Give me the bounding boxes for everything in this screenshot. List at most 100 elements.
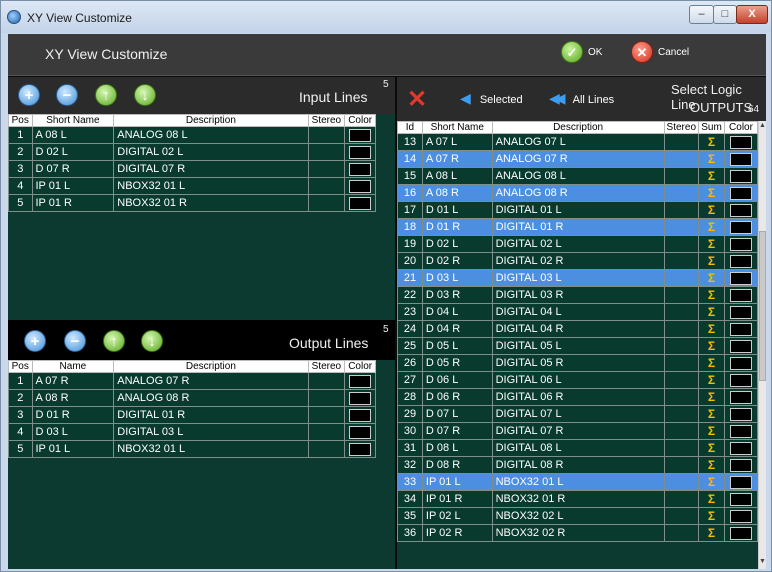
- stereo-cell[interactable]: [663, 167, 700, 185]
- color-swatch[interactable]: [730, 509, 752, 523]
- color-swatch[interactable]: [730, 254, 752, 268]
- ok-button[interactable]: ✓ OK: [561, 41, 602, 63]
- color-cell[interactable]: [724, 405, 758, 423]
- table-row[interactable]: 36 IP 02 R NBOX32 02 R Σ: [397, 524, 758, 542]
- sum-cell[interactable]: Σ: [698, 133, 725, 151]
- vertical-scrollbar[interactable]: ▲ ▼: [758, 121, 766, 569]
- color-cell[interactable]: [724, 456, 758, 474]
- selected-button[interactable]: ◀ Selected: [460, 90, 523, 107]
- color-cell[interactable]: [724, 524, 758, 542]
- stereo-cell[interactable]: [663, 456, 700, 474]
- color-cell[interactable]: [344, 440, 376, 458]
- remove-icon[interactable]: −: [64, 330, 86, 352]
- stereo-cell[interactable]: [663, 371, 700, 389]
- color-cell[interactable]: [724, 201, 758, 219]
- color-cell[interactable]: [344, 177, 376, 195]
- sum-cell[interactable]: Σ: [698, 422, 725, 440]
- sum-cell[interactable]: Σ: [698, 439, 725, 457]
- sum-cell[interactable]: Σ: [698, 286, 725, 304]
- table-row[interactable]: 25 D 05 L DIGITAL 05 L Σ: [397, 337, 758, 355]
- color-swatch[interactable]: [730, 407, 752, 421]
- color-swatch[interactable]: [349, 145, 372, 159]
- sum-cell[interactable]: Σ: [698, 405, 725, 423]
- stereo-cell[interactable]: [663, 490, 700, 508]
- color-cell[interactable]: [724, 252, 758, 270]
- color-swatch[interactable]: [730, 288, 752, 302]
- sum-cell[interactable]: Σ: [698, 252, 725, 270]
- minimize-button[interactable]: –: [689, 5, 714, 24]
- color-cell[interactable]: [724, 167, 758, 185]
- stereo-cell[interactable]: [663, 235, 700, 253]
- color-swatch[interactable]: [730, 424, 752, 438]
- sum-cell[interactable]: Σ: [698, 167, 725, 185]
- table-row[interactable]: 32 D 08 R DIGITAL 08 R Σ: [397, 456, 758, 474]
- sum-cell[interactable]: Σ: [698, 150, 725, 168]
- table-row[interactable]: 1A 08 L ANALOG 08 L: [8, 126, 376, 144]
- table-row[interactable]: 23 D 04 L DIGITAL 04 L Σ: [397, 303, 758, 321]
- stereo-cell[interactable]: [663, 133, 700, 151]
- color-cell[interactable]: [724, 507, 758, 525]
- stereo-cell[interactable]: [663, 422, 700, 440]
- sum-cell[interactable]: Σ: [698, 303, 725, 321]
- stereo-cell[interactable]: [663, 439, 700, 457]
- stereo-cell[interactable]: [663, 269, 700, 287]
- color-swatch[interactable]: [730, 339, 752, 353]
- color-cell[interactable]: [344, 406, 376, 424]
- table-row[interactable]: 3D 01 R DIGITAL 01 R: [8, 406, 376, 424]
- color-swatch[interactable]: [730, 390, 752, 404]
- sum-cell[interactable]: Σ: [698, 320, 725, 338]
- color-cell[interactable]: [724, 490, 758, 508]
- color-swatch[interactable]: [730, 152, 752, 166]
- table-row[interactable]: 17 D 01 L DIGITAL 01 L Σ: [397, 201, 758, 219]
- color-swatch[interactable]: [730, 441, 752, 455]
- color-swatch[interactable]: [730, 305, 752, 319]
- color-swatch[interactable]: [730, 237, 752, 251]
- color-swatch[interactable]: [349, 442, 372, 456]
- color-cell[interactable]: [724, 150, 758, 168]
- color-swatch[interactable]: [349, 391, 372, 405]
- table-row[interactable]: 16 A 08 R ANALOG 08 R Σ: [397, 184, 758, 202]
- color-swatch[interactable]: [730, 373, 752, 387]
- table-row[interactable]: 15 A 08 L ANALOG 08 L Σ: [397, 167, 758, 185]
- move-down-icon[interactable]: ↓: [141, 330, 163, 352]
- table-row[interactable]: 19 D 02 L DIGITAL 02 L Σ: [397, 235, 758, 253]
- sum-cell[interactable]: Σ: [698, 524, 725, 542]
- color-cell[interactable]: [724, 439, 758, 457]
- color-swatch[interactable]: [349, 196, 372, 210]
- color-swatch[interactable]: [349, 425, 372, 439]
- stereo-cell[interactable]: [307, 194, 346, 212]
- table-row[interactable]: 4 IP 01 L NBOX32 01 L: [8, 177, 376, 195]
- color-swatch[interactable]: [730, 220, 752, 234]
- scroll-down-icon[interactable]: ▼: [759, 558, 766, 568]
- color-cell[interactable]: [344, 423, 376, 441]
- sum-cell[interactable]: Σ: [698, 456, 725, 474]
- color-swatch[interactable]: [730, 356, 752, 370]
- stereo-cell[interactable]: [663, 337, 700, 355]
- table-row[interactable]: 2A 08 R ANALOG 08 R: [8, 389, 376, 407]
- sum-cell[interactable]: Σ: [698, 507, 725, 525]
- sum-cell[interactable]: Σ: [698, 337, 725, 355]
- table-row[interactable]: 27 D 06 L DIGITAL 06 L Σ: [397, 371, 758, 389]
- stereo-cell[interactable]: [663, 150, 700, 168]
- cancel-button[interactable]: ✕ Cancel: [631, 41, 689, 63]
- stereo-cell[interactable]: [307, 406, 346, 424]
- add-icon[interactable]: +: [18, 84, 40, 106]
- color-swatch[interactable]: [730, 322, 752, 336]
- color-cell[interactable]: [344, 143, 376, 161]
- stereo-cell[interactable]: [307, 389, 346, 407]
- stereo-cell[interactable]: [663, 388, 700, 406]
- color-cell[interactable]: [724, 286, 758, 304]
- color-swatch[interactable]: [730, 458, 752, 472]
- table-row[interactable]: 34 IP 01 R NBOX32 01 R Σ: [397, 490, 758, 508]
- stereo-cell[interactable]: [663, 303, 700, 321]
- color-cell[interactable]: [344, 372, 376, 390]
- color-cell[interactable]: [724, 371, 758, 389]
- table-row[interactable]: 13 A 07 L ANALOG 07 L Σ: [397, 133, 758, 151]
- color-swatch[interactable]: [730, 186, 752, 200]
- color-cell[interactable]: [724, 269, 758, 287]
- color-swatch[interactable]: [730, 135, 752, 149]
- color-swatch[interactable]: [730, 492, 752, 506]
- color-cell[interactable]: [724, 133, 758, 151]
- table-row[interactable]: 18 D 01 R DIGITAL 01 R Σ: [397, 218, 758, 236]
- color-swatch[interactable]: [730, 526, 752, 540]
